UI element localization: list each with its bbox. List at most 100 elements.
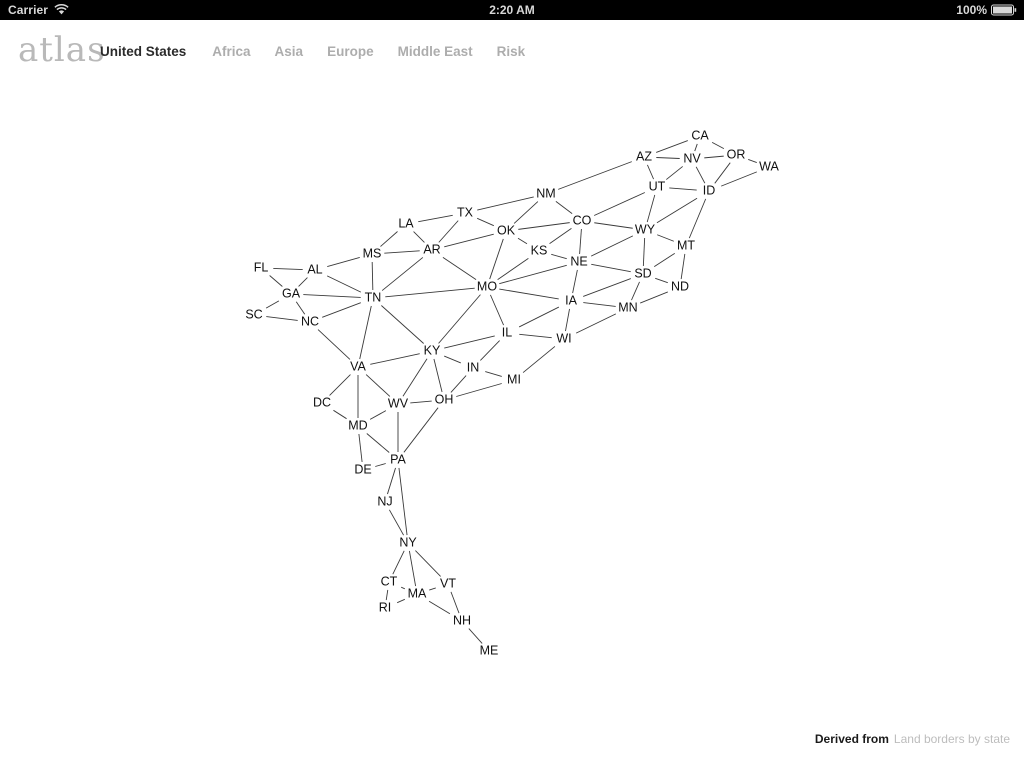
graph-node-label[interactable]: RI xyxy=(379,600,392,614)
graph-node-label[interactable]: PA xyxy=(390,452,406,466)
graph-node-label[interactable]: ME xyxy=(480,643,499,657)
graph-node-label[interactable]: SC xyxy=(245,307,262,321)
graph-node-wi[interactable]: WI xyxy=(551,330,577,348)
tab-united-states[interactable]: United States xyxy=(100,44,212,59)
graph-node-vt[interactable]: VT xyxy=(435,575,461,593)
graph-node-label[interactable]: OH xyxy=(435,392,454,406)
graph-node-label[interactable]: TN xyxy=(365,290,382,304)
graph-node-de[interactable]: DE xyxy=(350,461,376,479)
graph-node-me[interactable]: ME xyxy=(476,642,502,660)
graph-node-mt[interactable]: MT xyxy=(673,237,699,255)
tab-europe[interactable]: Europe xyxy=(327,44,398,59)
graph-node-ks[interactable]: KS xyxy=(526,242,552,260)
graph-node-id[interactable]: ID xyxy=(696,182,722,200)
graph-node-label[interactable]: WA xyxy=(759,159,779,173)
tab-middle-east[interactable]: Middle East xyxy=(398,44,497,59)
graph-node-label[interactable]: AL xyxy=(307,262,322,276)
graph-node-nc[interactable]: NC xyxy=(297,313,323,331)
graph-node-label[interactable]: MA xyxy=(408,586,427,600)
graph-node-co[interactable]: CO xyxy=(569,212,595,230)
graph-node-label[interactable]: MS xyxy=(363,246,382,260)
graph-node-label[interactable]: ID xyxy=(703,183,716,197)
graph-node-sd[interactable]: SD xyxy=(630,265,656,283)
graph-node-ms[interactable]: MS xyxy=(359,245,385,263)
graph-node-label[interactable]: AR xyxy=(423,242,440,256)
graph-node-label[interactable]: ND xyxy=(671,279,689,293)
graph-node-sc[interactable]: SC xyxy=(241,306,267,324)
graph-node-ca[interactable]: CA xyxy=(687,127,713,145)
graph-node-mn[interactable]: MN xyxy=(615,299,641,317)
attribution-source-link[interactable]: Land borders by state xyxy=(894,732,1010,746)
tab-africa[interactable]: Africa xyxy=(212,44,274,59)
graph-node-label[interactable]: MD xyxy=(348,418,367,432)
graph-node-label[interactable]: MN xyxy=(618,300,637,314)
graph-node-label[interactable]: NV xyxy=(683,151,701,165)
graph-node-nv[interactable]: NV xyxy=(679,150,705,168)
state-border-graph[interactable]: WA OR CA NV ID AZ UT MT WY CO NM SD ND NE KS OK TX LA AR MS… xyxy=(0,82,1024,722)
graph-node-label[interactable]: WI xyxy=(556,331,571,345)
graph-node-label[interactable]: WY xyxy=(635,222,656,236)
graph-node-or[interactable]: OR xyxy=(723,146,749,164)
graph-node-label[interactable]: WV xyxy=(388,396,409,410)
graph-node-label[interactable]: NJ xyxy=(377,494,392,508)
graph-node-nh[interactable]: NH xyxy=(449,612,475,630)
graph-node-ok[interactable]: OK xyxy=(493,222,519,240)
tab-asia[interactable]: Asia xyxy=(275,44,328,59)
graph-node-wa[interactable]: WA xyxy=(756,158,782,176)
graph-node-label[interactable]: OK xyxy=(497,223,516,237)
graph-node-label[interactable]: NH xyxy=(453,613,471,627)
graph-node-nj[interactable]: NJ xyxy=(372,493,398,511)
graph-node-tx[interactable]: TX xyxy=(452,204,478,222)
graph-node-ar[interactable]: AR xyxy=(419,241,445,259)
graph-node-md[interactable]: MD xyxy=(345,417,371,435)
graph-node-label[interactable]: TX xyxy=(457,205,474,219)
graph-node-ut[interactable]: UT xyxy=(644,178,670,196)
graph-node-oh[interactable]: OH xyxy=(431,391,457,409)
graph-node-label[interactable]: UT xyxy=(649,179,666,193)
graph-node-label[interactable]: LA xyxy=(398,216,414,230)
graph-node-ky[interactable]: KY xyxy=(419,342,445,360)
graph-node-wy[interactable]: WY xyxy=(632,221,658,239)
graph-node-label[interactable]: DE xyxy=(354,462,371,476)
graph-node-tn[interactable]: TN xyxy=(360,289,386,307)
graph-node-label[interactable]: NE xyxy=(570,254,587,268)
graph-node-dc[interactable]: DC xyxy=(309,394,335,412)
graph-node-az[interactable]: AZ xyxy=(631,148,657,166)
graph-node-label[interactable]: FL xyxy=(254,260,269,274)
graph-node-label[interactable]: VA xyxy=(350,359,366,373)
graph-node-mo[interactable]: MO xyxy=(474,278,500,296)
graph-node-ny[interactable]: NY xyxy=(395,534,421,552)
graph-node-label[interactable]: OR xyxy=(727,147,746,161)
graph-node-nm[interactable]: NM xyxy=(533,185,559,203)
graph-node-label[interactable]: IN xyxy=(467,360,480,374)
graph-node-label[interactable]: GA xyxy=(282,286,301,300)
tab-risk[interactable]: Risk xyxy=(497,44,550,59)
graph-node-label[interactable]: NY xyxy=(399,535,417,549)
graph-node-label[interactable]: CO xyxy=(573,213,592,227)
graph-node-label[interactable]: VT xyxy=(440,576,456,590)
graph-node-il[interactable]: IL xyxy=(494,324,520,342)
graph-node-label[interactable]: MT xyxy=(677,238,695,252)
graph-node-label[interactable]: CA xyxy=(691,128,709,142)
graph-node-ia[interactable]: IA xyxy=(558,292,584,310)
graph-node-label[interactable]: IL xyxy=(502,325,512,339)
graph-node-va[interactable]: VA xyxy=(345,358,371,376)
graph-node-la[interactable]: LA xyxy=(393,215,419,233)
graph-node-label[interactable]: IA xyxy=(565,293,577,307)
graph-node-label[interactable]: CT xyxy=(381,574,398,588)
graph-node-ne[interactable]: NE xyxy=(566,253,592,271)
graph-node-label[interactable]: SD xyxy=(634,266,651,280)
graph-node-ri[interactable]: RI xyxy=(372,599,398,617)
graph-node-label[interactable]: DC xyxy=(313,395,331,409)
graph-node-label[interactable]: KS xyxy=(531,243,548,257)
graph-node-ma[interactable]: MA xyxy=(404,585,430,603)
graph-node-mi[interactable]: MI xyxy=(501,371,527,389)
graph-node-label[interactable]: AZ xyxy=(636,149,652,163)
graph-node-al[interactable]: AL xyxy=(302,261,328,279)
graph-node-wv[interactable]: WV xyxy=(385,395,411,413)
graph-node-ct[interactable]: CT xyxy=(376,573,402,591)
graph-node-label[interactable]: NC xyxy=(301,314,319,328)
graph-node-label[interactable]: KY xyxy=(424,343,441,357)
graph-node-label[interactable]: MO xyxy=(477,279,497,293)
graph-node-pa[interactable]: PA xyxy=(385,451,411,469)
